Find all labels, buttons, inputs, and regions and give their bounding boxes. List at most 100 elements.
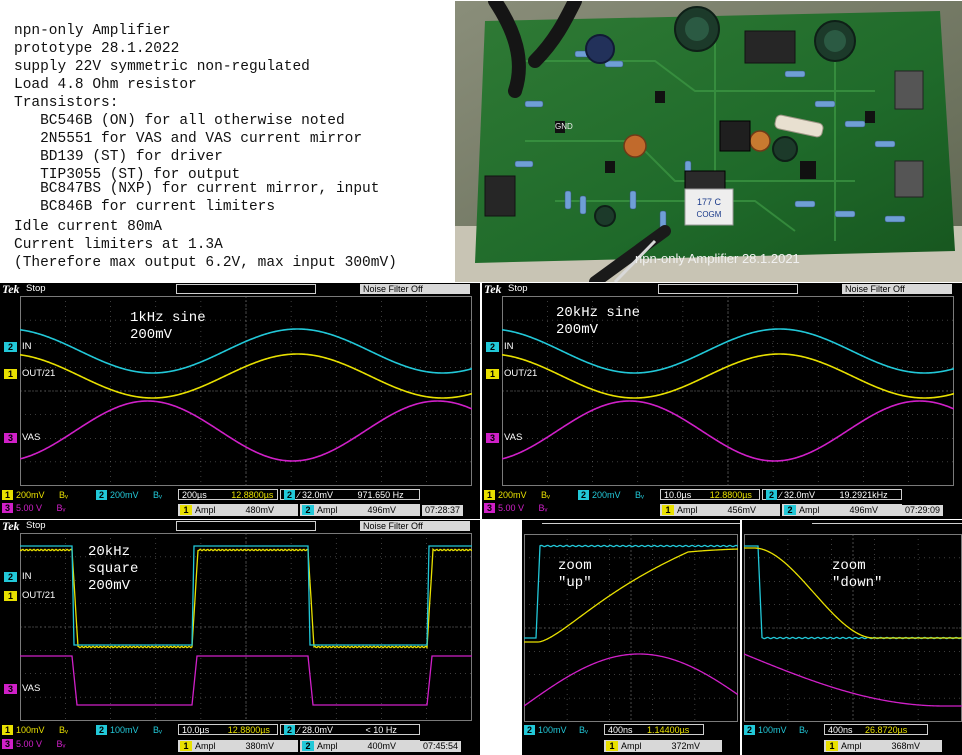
ch1-marker[interactable]: 1 [4, 591, 17, 601]
ch2-scale-readout: 2 200mV Bᵥ [96, 490, 162, 501]
sticker-top: 177 C [697, 197, 722, 207]
timestamp: 07:28:37 [422, 505, 464, 516]
horizontal-readout: 400ns 26.8720µs [824, 724, 928, 735]
trigger-level: ∕ 32.0mV [780, 490, 816, 500]
ampl-label: Ampl [621, 741, 642, 751]
ampl-label: Ampl [317, 505, 338, 515]
scope-readout: 1 100mV Bᵥ 2 100mV Bᵥ 3 5.00 V Bᵥ 10.0µs 12… [0, 723, 480, 755]
ch3-scale-readout: 3 5.00 V Bᵥ [2, 739, 65, 750]
ampl-value: 456mV [727, 505, 757, 515]
ch3-scale: 5.00 V [498, 503, 525, 513]
delay: 26.8720µs [865, 725, 908, 735]
ch2-bw: Bᵥ [579, 725, 588, 735]
ch1-bw: Bᵥ [541, 490, 550, 500]
scope-brand: Tek [2, 283, 20, 296]
ch2-amplitude: 2 Ampl 400mV [300, 740, 420, 752]
ch2-marker[interactable]: 2 [4, 342, 17, 352]
ch3-scale-readout: 3 5.00 V Bᵥ [2, 503, 65, 514]
scope-20kHz-square: Tek Stop Noise Filter Off 2 IN 1 OUT/21 … [0, 520, 480, 755]
ch2-scale: 100mV [110, 725, 139, 735]
ch1-scale: 200mV [16, 490, 45, 500]
frequency: < 10 Hz [365, 725, 397, 735]
note-line: npn-only Amplifier [14, 23, 171, 39]
ch1-marker[interactable]: 1 [4, 369, 17, 379]
zoom-position-bar[interactable] [542, 523, 740, 529]
trigger-position-bar[interactable] [658, 284, 798, 294]
ch3-marker[interactable]: 3 [4, 684, 17, 694]
trigger-readout: 2 ∕ 28.0mV < 10 Hz [280, 724, 420, 735]
waveform-area[interactable] [524, 534, 738, 722]
ch2-label: IN [504, 341, 514, 352]
ch1-marker[interactable]: 1 [486, 369, 499, 379]
ch2-marker[interactable]: 2 [4, 572, 17, 582]
pcb-illustration: 177 C COGM GND npn-only Amplifier 28.1.2… [455, 1, 962, 282]
ampl-label: Ampl [677, 505, 698, 515]
ampl-label: Ampl [195, 741, 216, 751]
trigger-position-bar[interactable] [176, 284, 316, 294]
frequency: 19.2921kHz [839, 490, 888, 500]
annotation-line: square [88, 561, 139, 577]
delay: 12.8800µs [231, 490, 274, 500]
ch2-marker[interactable]: 2 [486, 342, 499, 352]
trigger-readout: 2 ∕ 32.0mV 19.2921kHz [762, 489, 902, 500]
note-line: Current limiters at 1.3A [14, 237, 223, 253]
annotation-line: "up" [558, 575, 592, 591]
ch3-marker[interactable]: 3 [4, 433, 17, 443]
horizontal-readout: 10.0µs 12.8800µs [178, 724, 278, 735]
scope-topbar: Tek Stop Noise Filter Off [482, 283, 962, 296]
annotation-line: 20kHz sine [556, 305, 641, 321]
ch1-bw: Bᵥ [59, 725, 68, 735]
timestamp: 07:29:09 [902, 505, 944, 516]
zoom-position-bar[interactable] [812, 523, 962, 529]
scope-annotation: 1kHz sine 200mV [130, 310, 206, 344]
ch1-amplitude: 1 Ampl 372mV [604, 740, 722, 752]
ch1-amplitude: 1 Ampl 480mV [178, 504, 298, 516]
timebase: 200µs [182, 490, 207, 500]
note-line: BD139 (ST) for driver [14, 149, 223, 165]
note-line: (Therefore max output 6.2V, max input 30… [14, 255, 397, 271]
ch3-bw: Bᵥ [56, 503, 66, 513]
ch1-scale-readout: 1 200mV Bᵥ [2, 490, 68, 501]
ch1-amplitude: 1 Ampl 380mV [178, 740, 298, 752]
ch1-bw: Bᵥ [59, 490, 68, 500]
note-line: BC546B (ON) for all otherwise noted [14, 113, 345, 129]
graticule [20, 296, 472, 486]
delay: 12.8800µs [227, 725, 270, 735]
ch2-label: IN [22, 571, 32, 582]
note-line: supply 22V symmetric non-regulated [14, 59, 310, 75]
waveform-area[interactable] [20, 296, 472, 486]
note-line: 2N5551 for VAS and VAS current mirror [14, 131, 363, 147]
ch3-scale-readout: 3 5.00 V Bᵥ [484, 503, 547, 514]
ch1-label: OUT/21 [22, 590, 56, 601]
scope-topbar: Tek Stop Noise Filter Off [0, 520, 480, 533]
gnd-label: GND [555, 122, 573, 131]
horizontal-readout: 400ns 1.14400µs [604, 724, 704, 735]
ch2-bw: Bᵥ [153, 725, 162, 735]
delay: 12.8800µs [709, 490, 752, 500]
ampl-value: 372mV [671, 741, 701, 751]
ch3-scale: 5.00 V [16, 503, 43, 513]
ampl-label: Ampl [195, 505, 216, 515]
acquisition-state: Stop [26, 283, 46, 294]
ampl-label: Ampl [317, 741, 338, 751]
trigger-position-bar[interactable] [176, 521, 316, 531]
ch3-marker[interactable]: 3 [486, 433, 499, 443]
sticker-bottom: COGM [697, 210, 722, 219]
graticule [524, 534, 738, 722]
ch3-label: VAS [22, 432, 41, 443]
scope-zoom-down: zoom "down" 2 100mV Bᵥ 400ns 26.8720µs 1A… [742, 520, 962, 755]
ch1-amplitude: 1 Ampl 456mV [660, 504, 780, 516]
noise-filter-status: Noise Filter Off [842, 284, 952, 294]
ch2-scale-readout: 2 100mV Bᵥ [524, 725, 588, 736]
note-line: Idle current 80mA [14, 219, 162, 235]
annotation-line: 200mV [556, 322, 599, 338]
scope-readout: 1 200mV Bᵥ 2 200mV Bᵥ 3 5.00 V Bᵥ 10.0µs 12… [482, 488, 962, 519]
scope-topbar [522, 520, 740, 534]
ch1-label: OUT/21 [22, 368, 56, 379]
scope-topbar [742, 520, 962, 534]
annotation-line: 200mV [130, 327, 173, 343]
ampl-value: 380mV [245, 741, 275, 751]
frequency: 971.650 Hz [357, 490, 404, 500]
pcb-silkscreen-title: npn-only Amplifier 28.1.2021 [635, 251, 800, 266]
annotation-line: zoom [832, 558, 866, 574]
